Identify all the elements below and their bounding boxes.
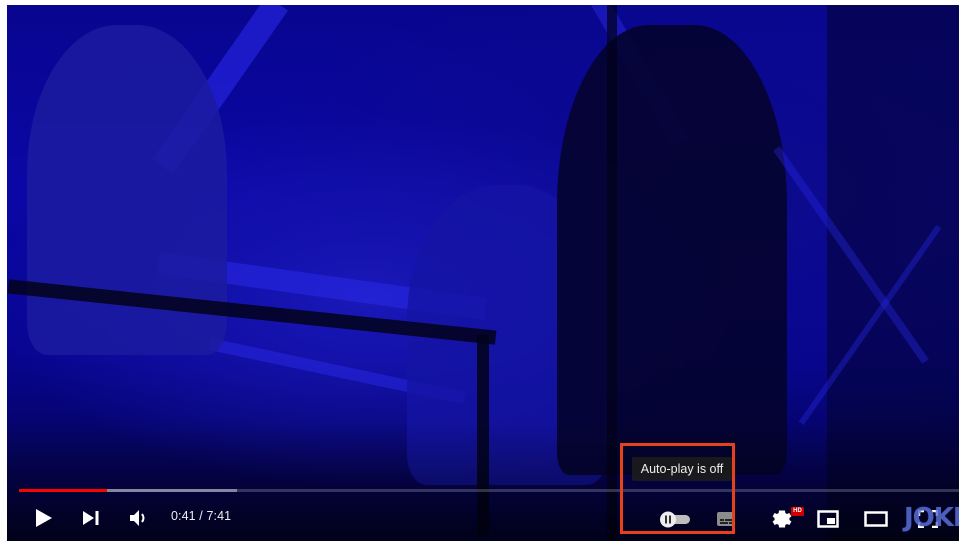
volume-icon [130,510,145,526]
current-time: 0:41 [171,509,196,523]
progress-played [19,489,107,492]
theater-mode-icon [864,511,888,527]
volume-button[interactable] [125,505,155,531]
play-button[interactable] [29,505,59,531]
miniplayer-button[interactable] [813,507,843,531]
joker-watermark: JOKER [904,503,959,533]
next-icon [83,511,99,525]
next-button[interactable] [77,505,105,531]
duration: 7:41 [206,509,232,523]
video-player[interactable]: 0:41 / 7:41 Auto-play is off HD JOK [7,5,959,541]
time-display: 0:41 / 7:41 [171,509,231,523]
hd-badge: HD [791,507,804,516]
autoplay-highlight-box [620,443,735,534]
video-frame [7,5,959,541]
play-icon [36,509,52,527]
theater-mode-button[interactable] [861,507,891,531]
miniplayer-icon [817,510,839,528]
gear-icon [772,510,792,528]
time-separator: / [195,509,207,523]
progress-bar[interactable] [19,489,959,492]
